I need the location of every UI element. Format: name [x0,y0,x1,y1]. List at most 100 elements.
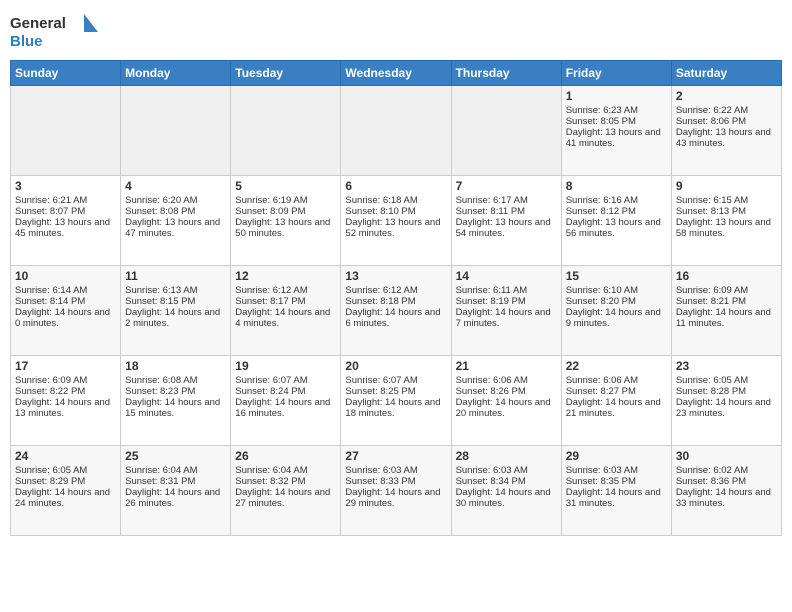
sunrise-text: Sunrise: 6:05 AM [676,375,777,386]
sunrise-text: Sunrise: 6:19 AM [235,195,336,206]
daylight-text: Daylight: 13 hours and 52 minutes. [345,217,446,239]
calendar-cell: 2 Sunrise: 6:22 AMSunset: 8:06 PMDaylight… [671,86,781,176]
day-number: 26 [235,449,336,463]
calendar-cell: 20Sunrise: 6:07 AMSunset: 8:25 PMDayligh… [341,356,451,446]
daylight-text: Daylight: 13 hours and 41 minutes. [566,127,667,149]
day-number: 20 [345,359,446,373]
day-number: 2 [676,89,777,103]
sunset-text: Sunset: 8:25 PM [345,386,446,397]
calendar-cell: 30Sunrise: 6:02 AMSunset: 8:36 PMDayligh… [671,446,781,536]
sunset-text: Sunset: 8:09 PM [235,206,336,217]
sunset-text: Sunset: 8:31 PM [125,476,226,487]
day-number: 1 [566,89,667,103]
day-number: 11 [125,269,226,283]
daylight-text: Daylight: 14 hours and 0 minutes. [15,307,116,329]
sunrise-text: Sunrise: 6:12 AM [345,285,446,296]
calendar-cell: 23Sunrise: 6:05 AMSunset: 8:28 PMDayligh… [671,356,781,446]
sunrise-text: Sunrise: 6:15 AM [676,195,777,206]
weekday-header-wednesday: Wednesday [341,61,451,86]
sunrise-text: Sunrise: 6:06 AM [566,375,667,386]
sunset-text: Sunset: 8:33 PM [345,476,446,487]
sunset-text: Sunset: 8:23 PM [125,386,226,397]
sunrise-text: Sunrise: 6:09 AM [676,285,777,296]
day-number: 22 [566,359,667,373]
daylight-text: Daylight: 14 hours and 6 minutes. [345,307,446,329]
sunset-text: Sunset: 8:10 PM [345,206,446,217]
day-number: 7 [456,179,557,193]
sunrise-text: Sunrise: 6:18 AM [345,195,446,206]
calendar-cell: 10Sunrise: 6:14 AMSunset: 8:14 PMDayligh… [11,266,121,356]
sunrise-text: Sunrise: 6:16 AM [566,195,667,206]
daylight-text: Daylight: 14 hours and 33 minutes. [676,487,777,509]
day-number: 14 [456,269,557,283]
logo: General Blue [10,10,100,54]
calendar-cell: 17Sunrise: 6:09 AMSunset: 8:22 PMDayligh… [11,356,121,446]
sunset-text: Sunset: 8:14 PM [15,296,116,307]
calendar-cell: 3Sunrise: 6:21 AMSunset: 8:07 PMDaylight… [11,176,121,266]
sunset-text: Sunset: 8:17 PM [235,296,336,307]
calendar-cell: 6Sunrise: 6:18 AMSunset: 8:10 PMDaylight… [341,176,451,266]
calendar-cell [451,86,561,176]
calendar-week-3: 10Sunrise: 6:14 AMSunset: 8:14 PMDayligh… [11,266,782,356]
calendar-cell: 16Sunrise: 6:09 AMSunset: 8:21 PMDayligh… [671,266,781,356]
day-number: 15 [566,269,667,283]
sunset-text: Sunset: 8:21 PM [676,296,777,307]
daylight-text: Daylight: 14 hours and 20 minutes. [456,397,557,419]
sunset-text: Sunset: 8:11 PM [456,206,557,217]
sunrise-text: Sunrise: 6:22 AM [676,105,777,116]
sunset-text: Sunset: 8:06 PM [676,116,777,127]
calendar-cell: 25Sunrise: 6:04 AMSunset: 8:31 PMDayligh… [121,446,231,536]
daylight-text: Daylight: 14 hours and 21 minutes. [566,397,667,419]
logo-svg: General Blue [10,10,100,54]
calendar-cell: 4Sunrise: 6:20 AMSunset: 8:08 PMDaylight… [121,176,231,266]
daylight-text: Daylight: 14 hours and 29 minutes. [345,487,446,509]
daylight-text: Daylight: 13 hours and 58 minutes. [676,217,777,239]
day-number: 12 [235,269,336,283]
daylight-text: Daylight: 14 hours and 31 minutes. [566,487,667,509]
day-number: 5 [235,179,336,193]
daylight-text: Daylight: 14 hours and 23 minutes. [676,397,777,419]
sunset-text: Sunset: 8:12 PM [566,206,667,217]
daylight-text: Daylight: 13 hours and 47 minutes. [125,217,226,239]
daylight-text: Daylight: 14 hours and 30 minutes. [456,487,557,509]
page-header: General Blue [10,10,782,54]
sunrise-text: Sunrise: 6:03 AM [566,465,667,476]
daylight-text: Daylight: 13 hours and 54 minutes. [456,217,557,239]
calendar-cell: 1Sunrise: 6:23 AMSunset: 8:05 PMDaylight… [561,86,671,176]
day-number: 23 [676,359,777,373]
sunset-text: Sunset: 8:24 PM [235,386,336,397]
weekday-header-saturday: Saturday [671,61,781,86]
sunrise-text: Sunrise: 6:17 AM [456,195,557,206]
day-number: 8 [566,179,667,193]
day-number: 28 [456,449,557,463]
daylight-text: Daylight: 14 hours and 24 minutes. [15,487,116,509]
sunset-text: Sunset: 8:29 PM [15,476,116,487]
calendar-cell: 9Sunrise: 6:15 AMSunset: 8:13 PMDaylight… [671,176,781,266]
calendar-cell: 11Sunrise: 6:13 AMSunset: 8:15 PMDayligh… [121,266,231,356]
daylight-text: Daylight: 14 hours and 26 minutes. [125,487,226,509]
daylight-text: Daylight: 14 hours and 2 minutes. [125,307,226,329]
weekday-header-friday: Friday [561,61,671,86]
calendar-cell [121,86,231,176]
sunset-text: Sunset: 8:34 PM [456,476,557,487]
daylight-text: Daylight: 13 hours and 43 minutes. [676,127,777,149]
sunset-text: Sunset: 8:19 PM [456,296,557,307]
calendar-week-4: 17Sunrise: 6:09 AMSunset: 8:22 PMDayligh… [11,356,782,446]
sunrise-text: Sunrise: 6:10 AM [566,285,667,296]
daylight-text: Daylight: 14 hours and 27 minutes. [235,487,336,509]
sunrise-text: Sunrise: 6:21 AM [15,195,116,206]
daylight-text: Daylight: 13 hours and 45 minutes. [15,217,116,239]
weekday-header-row: SundayMondayTuesdayWednesdayThursdayFrid… [11,61,782,86]
sunset-text: Sunset: 8:36 PM [676,476,777,487]
sunset-text: Sunset: 8:07 PM [15,206,116,217]
calendar-cell: 28Sunrise: 6:03 AMSunset: 8:34 PMDayligh… [451,446,561,536]
calendar-cell: 24Sunrise: 6:05 AMSunset: 8:29 PMDayligh… [11,446,121,536]
daylight-text: Daylight: 14 hours and 4 minutes. [235,307,336,329]
sunrise-text: Sunrise: 6:03 AM [345,465,446,476]
sunset-text: Sunset: 8:18 PM [345,296,446,307]
weekday-header-sunday: Sunday [11,61,121,86]
sunrise-text: Sunrise: 6:08 AM [125,375,226,386]
sunrise-text: Sunrise: 6:02 AM [676,465,777,476]
daylight-text: Daylight: 14 hours and 7 minutes. [456,307,557,329]
daylight-text: Daylight: 13 hours and 50 minutes. [235,217,336,239]
